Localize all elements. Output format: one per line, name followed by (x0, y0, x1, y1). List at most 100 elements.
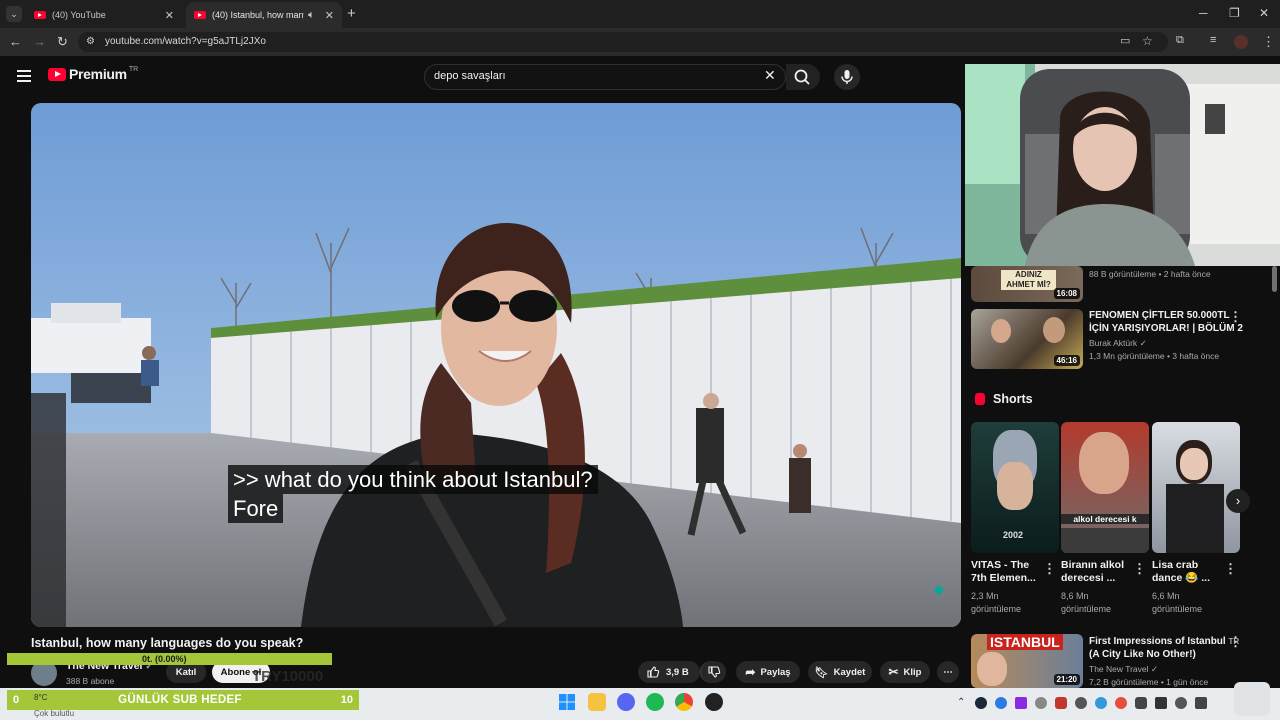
more-actions-icon[interactable]: ⋮ (1133, 561, 1146, 577)
back-icon[interactable]: ← (9, 34, 22, 49)
file-explorer-icon[interactable] (588, 693, 606, 711)
sub-goal-label: GÜNLÜK SUB HEDEF (118, 694, 242, 706)
clip-button[interactable]: ✂ Klip (880, 661, 930, 683)
cast-icon[interactable]: ▭ (1120, 34, 1130, 47)
windows-start-icon[interactable] (558, 693, 576, 711)
reload-icon[interactable]: ↻ (57, 34, 68, 50)
discord-icon[interactable] (617, 693, 635, 711)
short-views: 8,6 Mn görüntüleme (1061, 591, 1112, 614)
youtube-favicon-icon (34, 11, 46, 19)
voice-search-button[interactable] (834, 64, 860, 90)
display-icon[interactable] (1155, 697, 1167, 709)
short-card[interactable]: alkol derecesi k Biranın alkol derecesi .… (1061, 422, 1149, 620)
thumbnail-text: ADINIZ AHMET Mİ? (1001, 270, 1056, 290)
tray-overflow-icon[interactable]: ⌃ (957, 697, 965, 708)
restore-icon[interactable]: ❐ (1229, 6, 1240, 20)
short-views: 6,6 Mn görüntüleme (1152, 591, 1203, 614)
video-meta: 1,3 Mn görüntüleme • 3 hafta önce (1089, 351, 1220, 361)
video-thumbnail: 46:16 (971, 309, 1083, 369)
verified-icon: ✓ (1139, 338, 1147, 348)
hamburger-menu-icon[interactable] (17, 70, 31, 82)
speaker-icon[interactable]: 🔈︎ (308, 9, 315, 22)
clear-search-icon[interactable]: ✕ (764, 67, 776, 84)
video-thumbnail: ADINIZ AHMET Mİ? 16:08 (971, 266, 1083, 302)
microphone-icon (841, 70, 853, 84)
spotify-icon[interactable] (646, 693, 664, 711)
shorts-logo-icon (975, 393, 985, 405)
video-title: Istanbul, how many languages do you spea… (31, 636, 304, 650)
caption-line-2: Fore (228, 494, 284, 523)
tab-title: (40) Istanbul, how many lan (212, 10, 304, 20)
duration-badge: 46:16 (1053, 355, 1080, 366)
subscriber-count: 388 B abone (66, 676, 115, 686)
thumbnail-text: ISTANBUL (987, 634, 1063, 650)
forward-icon[interactable]: → (33, 34, 46, 49)
like-count: 3,9 B (666, 666, 689, 678)
save-button[interactable]: 🔖︎ Kaydet (808, 661, 872, 683)
more-actions-button[interactable]: ⋯ (937, 661, 959, 683)
mic-icon[interactable] (1135, 697, 1147, 709)
profile-avatar[interactable] (1234, 35, 1248, 49)
bookmark-star-icon[interactable]: ☆ (1142, 34, 1153, 48)
search-button[interactable] (786, 64, 820, 90)
chrome-icon[interactable] (675, 693, 693, 711)
short-thumbnail: alkol derecesi k (1061, 422, 1149, 553)
search-icon (794, 69, 810, 85)
clock-widget[interactable] (1234, 682, 1270, 716)
related-video-item[interactable]: 46:16 FENOMEN ÇİFTLER 50.000TL İÇİN YARI… (971, 309, 1271, 371)
thumbs-down-icon (707, 666, 720, 678)
like-button[interactable]: 3,9 B (638, 661, 700, 683)
short-title: VITAS - The 7th Elemen... (971, 559, 1036, 584)
browser-menu-icon[interactable]: ⋮ (1262, 34, 1275, 50)
shorts-next-button[interactable]: › (1226, 489, 1250, 513)
donation-progress-text: 0t. (0.00%) (142, 654, 187, 664)
short-card[interactable]: Lisa crab dance 😂 ... 6,6 Mn görüntüleme ⋮ (1152, 422, 1240, 620)
minimize-icon[interactable]: ─ (1199, 6, 1208, 20)
weather-temp: 8°C (34, 693, 48, 702)
record-icon[interactable] (1115, 697, 1127, 709)
tab-search-button[interactable]: ⌄ (6, 6, 22, 22)
close-window-icon[interactable]: ✕ (1259, 6, 1269, 20)
related-video-item[interactable]: ADINIZ AHMET Mİ? 16:08 88 B görüntüleme … (971, 266, 1271, 304)
network-icon[interactable] (995, 697, 1007, 709)
share-button[interactable]: ➦ Paylaş (736, 661, 800, 683)
short-card[interactable]: 2002 VITAS - The 7th Elemen... 2,3 Mn görü… (971, 422, 1059, 620)
youtube-logo[interactable]: Premium TR (48, 66, 138, 82)
wifi-icon[interactable] (1175, 697, 1187, 709)
volume-icon[interactable] (1195, 697, 1207, 709)
shield-icon[interactable] (1055, 697, 1067, 709)
weather-widget[interactable]: 8°C Çok bulutlu (34, 693, 74, 719)
caption-box: >> what do you think about Istanbul? For… (228, 465, 598, 523)
more-actions-icon[interactable]: ⋮ (1229, 309, 1242, 325)
pen-icon[interactable] (1015, 697, 1027, 709)
close-tab-icon[interactable]: ✕ (165, 9, 174, 22)
browser-tab-youtube[interactable]: (40) YouTube ✕ (26, 2, 182, 28)
short-thumbnail (1152, 422, 1240, 553)
youtube-favicon-icon (194, 11, 206, 19)
more-actions-icon[interactable]: ⋮ (1043, 561, 1056, 577)
app-icon[interactable] (1035, 697, 1047, 709)
site-info-icon[interactable]: ⚙ (86, 36, 95, 47)
obs-icon[interactable] (705, 693, 723, 711)
search-input[interactable]: depo savaşları (434, 70, 506, 82)
browser-tab-video[interactable]: (40) Istanbul, how many lan 🔈︎ ✕ (186, 2, 342, 28)
channel-name: Burak Aktürk ✓ (1089, 338, 1147, 348)
close-tab-icon[interactable]: ✕ (325, 9, 334, 22)
cloud-icon[interactable] (1095, 697, 1107, 709)
youtube-play-icon (48, 67, 66, 81)
sidebar-scrollbar[interactable] (1272, 266, 1277, 292)
related-video-item[interactable]: ISTANBUL 21:20 First Impressions of Ista… (971, 634, 1271, 688)
webcam-image (965, 64, 1280, 266)
sub-goal-current: 0 (13, 694, 20, 706)
extensions-icon[interactable]: ⧉ (1176, 34, 1184, 47)
steam-icon[interactable] (975, 697, 987, 709)
video-player[interactable] (31, 103, 961, 627)
scissors-icon: ✂ (888, 665, 899, 679)
media-control-icon[interactable]: ≡ (1210, 34, 1216, 46)
thumbnail-text: 2002 (1003, 530, 1024, 540)
settings-icon[interactable] (1075, 697, 1087, 709)
new-tab-button[interactable]: + (347, 5, 356, 22)
more-actions-icon[interactable]: ⋮ (1224, 561, 1237, 577)
dislike-button[interactable] (700, 661, 726, 683)
more-actions-icon[interactable]: ⋮ (1229, 634, 1242, 650)
